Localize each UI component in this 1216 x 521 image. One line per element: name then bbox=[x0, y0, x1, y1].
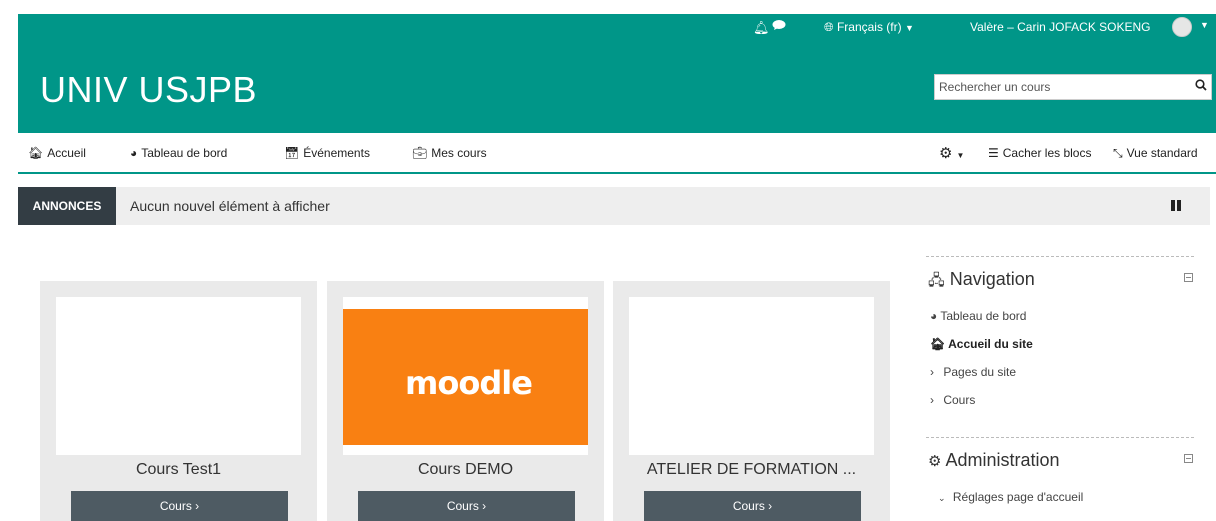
search-icon[interactable] bbox=[1195, 79, 1207, 94]
admin-tree-item-frontpage-settings[interactable]: ⌄ Réglages page d'accueil bbox=[938, 490, 1083, 504]
course-image[interactable] bbox=[56, 297, 301, 455]
user-menu-name[interactable]: Valère – Carin JOFACK SOKENG bbox=[970, 20, 1151, 34]
sitemap-icon: 🖧︎ bbox=[928, 272, 945, 289]
nav-dashboard-label: Tableau de bord bbox=[141, 146, 228, 160]
chevron-down-icon[interactable]: ▼ bbox=[1200, 20, 1209, 30]
chevron-down-icon: ⌄ bbox=[938, 493, 946, 503]
navigation-block: 🖧︎ Navigation ◕ Tableau de bord 🏠︎ Accue… bbox=[926, 256, 1194, 426]
home-icon: 🏠︎ bbox=[28, 146, 44, 160]
gear-icon: ⚙ bbox=[939, 145, 953, 162]
announcements-message: Aucun nouvel élément à afficher bbox=[130, 198, 330, 214]
course-title[interactable]: ATELIER DE FORMATION ... bbox=[621, 461, 882, 479]
chevron-right-icon: › bbox=[930, 393, 934, 407]
moodle-logo-text: moodle bbox=[405, 364, 533, 402]
nav-tree-item-home[interactable]: 🏠︎ Accueil du site bbox=[930, 337, 1033, 351]
chevron-right-icon: › bbox=[930, 365, 934, 379]
briefcase-icon: 💼︎ bbox=[412, 146, 428, 160]
nav-tree-label: Accueil du site bbox=[948, 337, 1033, 351]
nav-home[interactable]: 🏠︎ Accueil bbox=[28, 146, 86, 160]
avatar[interactable] bbox=[1172, 17, 1192, 37]
nav-tree-item-site-pages[interactable]: › Pages du site bbox=[930, 365, 1016, 379]
collapse-icon[interactable] bbox=[1184, 454, 1193, 463]
nav-my-courses[interactable]: 💼︎ Mes cours bbox=[412, 146, 487, 160]
hide-blocks-icon: ☰ bbox=[988, 146, 999, 160]
nav-dashboard[interactable]: ◕ Tableau de bord bbox=[130, 146, 227, 160]
block-heading: 🖧︎ Navigation bbox=[928, 269, 1035, 295]
nav-tree-label: Pages du site bbox=[943, 365, 1017, 379]
course-card: Cours Test1 Cours › bbox=[40, 281, 317, 521]
globe-icon: 🌐︎ bbox=[824, 20, 834, 34]
course-button[interactable]: Cours › bbox=[71, 491, 288, 521]
standard-view-button[interactable]: ⤡ Vue standard bbox=[1113, 146, 1198, 161]
moodle-logo: moodle bbox=[343, 309, 588, 445]
chevron-down-icon: ▼ bbox=[956, 151, 965, 160]
settings-menu[interactable]: ⚙ ▼ bbox=[939, 144, 964, 162]
course-button[interactable]: Cours › bbox=[358, 491, 575, 521]
course-card: ATELIER DE FORMATION ... Cours › bbox=[613, 281, 890, 521]
collapse-icon[interactable] bbox=[1184, 273, 1193, 282]
administration-title: Administration bbox=[945, 450, 1060, 470]
block-heading: ⚙ Administration bbox=[928, 450, 1060, 471]
top-bar: 🔔︎ 🌐︎ Français (fr) ▼ Valère – Carin JOF… bbox=[18, 14, 1216, 40]
course-title[interactable]: Cours DEMO bbox=[335, 461, 596, 479]
language-menu[interactable]: 🌐︎ Français (fr) ▼ bbox=[824, 20, 914, 35]
nav-my-courses-label: Mes cours bbox=[431, 146, 487, 160]
nav-tree-label: Cours bbox=[943, 393, 976, 407]
dashboard-icon: ◕ bbox=[930, 309, 938, 323]
administration-block: ⚙ Administration ⌄ Réglages page d'accue… bbox=[926, 437, 1194, 521]
calendar-icon: 📅︎ bbox=[284, 146, 300, 160]
gears-icon: ⚙ bbox=[928, 453, 942, 470]
nav-tree-label: Tableau de bord bbox=[940, 309, 1027, 323]
announcements-bar: ANNONCES Aucun nouvel élément à afficher bbox=[18, 187, 1210, 225]
home-icon: 🏠︎ bbox=[930, 337, 946, 351]
admin-tree-label: Réglages page d'accueil bbox=[952, 490, 1084, 504]
course-image[interactable]: moodle bbox=[343, 297, 588, 455]
search-input[interactable] bbox=[935, 75, 1175, 99]
announcements-tag: ANNONCES bbox=[18, 187, 116, 225]
navigation-title: Navigation bbox=[949, 269, 1035, 289]
course-card: moodle Cours DEMO Cours › bbox=[327, 281, 604, 521]
course-button[interactable]: Cours › bbox=[644, 491, 861, 521]
nav-tree-item-dashboard[interactable]: ◕ Tableau de bord bbox=[930, 309, 1026, 323]
compress-icon: ⤡ bbox=[1113, 146, 1123, 160]
page-header: UNIV USJPB bbox=[18, 40, 1216, 133]
bell-icon[interactable]: 🔔︎ bbox=[753, 20, 770, 36]
hide-blocks-label: Cacher les blocs bbox=[1002, 146, 1092, 160]
course-title[interactable]: Cours Test1 bbox=[48, 461, 309, 479]
nav-events[interactable]: 📅︎ Événements bbox=[284, 146, 370, 160]
nav-tree-item-courses[interactable]: › Cours bbox=[930, 393, 975, 407]
pause-icon[interactable] bbox=[1171, 200, 1181, 211]
chevron-down-icon: ▼ bbox=[904, 23, 914, 33]
hide-blocks-button[interactable]: ☰ Cacher les blocs bbox=[988, 146, 1091, 160]
nav-home-label: Accueil bbox=[47, 146, 86, 160]
chat-icon[interactable] bbox=[772, 19, 786, 34]
nav-events-label: Événements bbox=[303, 146, 370, 160]
standard-view-label: Vue standard bbox=[1126, 146, 1198, 160]
site-name: UNIV USJPB bbox=[40, 69, 258, 110]
primary-navigation: 🏠︎ Accueil ◕ Tableau de bord 📅︎ Événements … bbox=[18, 133, 1216, 174]
course-search bbox=[934, 74, 1212, 100]
language-label: Français (fr) bbox=[836, 20, 902, 34]
dashboard-icon: ◕ bbox=[130, 146, 138, 160]
course-image[interactable] bbox=[629, 297, 874, 455]
